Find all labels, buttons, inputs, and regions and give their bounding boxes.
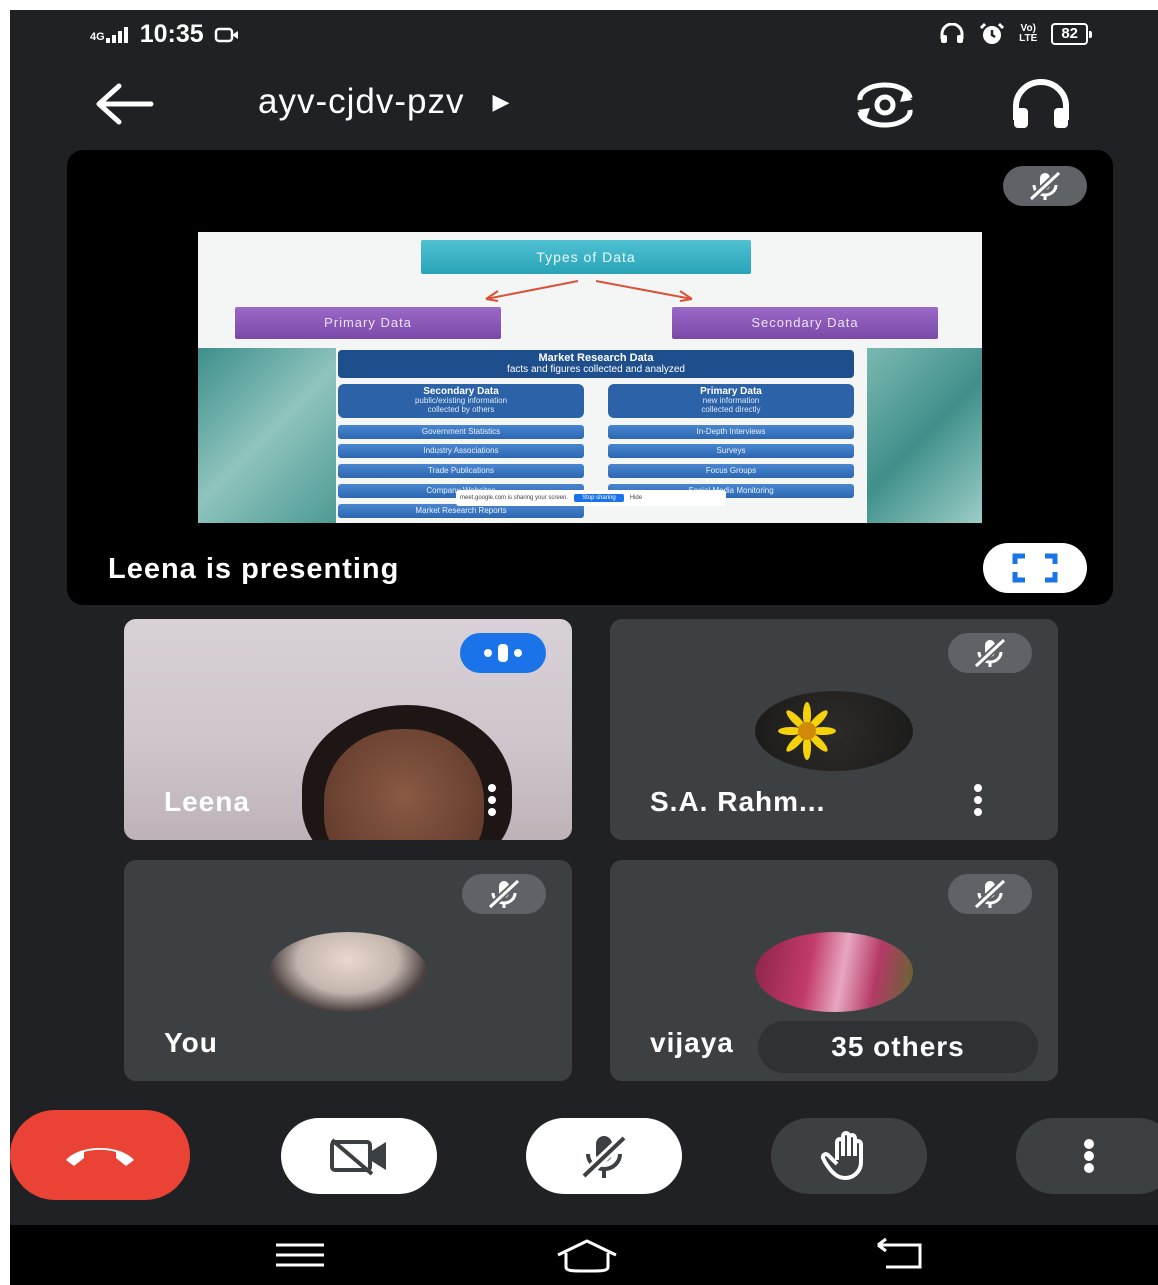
headset-icon [940, 23, 964, 43]
slide-secondary-sub2: collected by others [427, 405, 495, 414]
more-options-icon[interactable] [482, 784, 502, 816]
back-button[interactable] [95, 82, 155, 126]
slide-primary-title: Primary Data [700, 386, 762, 397]
slide-secondary-sub1: public/existing information [414, 396, 508, 405]
slide-secondary-branch: Secondary Data [672, 307, 938, 339]
avatar [755, 691, 913, 771]
camera-toggle-button[interactable] [281, 1118, 437, 1194]
more-vert-icon [1084, 1139, 1094, 1173]
slide-item: Focus Groups [608, 464, 854, 478]
mic-off-icon [973, 638, 1007, 668]
menu-icon[interactable] [272, 1237, 328, 1273]
slide-primary-sub1: new information [702, 396, 760, 405]
participant-name: Leena [164, 786, 250, 817]
home-icon[interactable] [552, 1237, 622, 1275]
presentation-card[interactable]: Types of Data Primary Data Secondary Dat… [67, 150, 1113, 605]
headphones-icon [1013, 79, 1069, 128]
slide-primary-branch: Primary Data [235, 307, 501, 339]
signal-group: 4G [90, 26, 130, 43]
participant-tile-you[interactable]: You [124, 860, 572, 1081]
back-nav-icon[interactable] [868, 1237, 928, 1273]
presenter-muted-indicator [1003, 166, 1087, 206]
end-call-button[interactable] [10, 1110, 190, 1200]
signal-bars-icon [105, 26, 128, 43]
mic-off-icon [973, 879, 1007, 909]
slide-item: Trade Publications [338, 464, 584, 478]
end-call-icon [66, 1148, 134, 1166]
presenting-label: Leena is presenting [108, 553, 400, 585]
participant-name: You [164, 1027, 218, 1058]
mic-toggle-button[interactable] [526, 1118, 682, 1194]
slide-bg-left [198, 348, 336, 523]
fullscreen-icon [1012, 553, 1058, 583]
slide-item: Industry Associations [338, 444, 584, 458]
slide-bg-right [867, 348, 982, 523]
slide-item: In-Depth Interviews [608, 425, 854, 439]
app-bar: ayv-cjdv-pzv ▶ [10, 70, 1158, 140]
meet-screen: 4G 10:35 Vo) LTE 82 ayv-cjdv-pzv ▶ Types… [10, 10, 1158, 1285]
slide-secondary-head: Secondary Data public/existing informati… [338, 384, 584, 418]
volte-indicator: Vo) LTE [1019, 23, 1038, 44]
battery-indicator: 82 [1051, 23, 1092, 45]
alarm-icon [980, 22, 1005, 44]
participant-name: S.A. Rahm... [650, 786, 826, 817]
avatar [755, 932, 913, 1012]
speaking-indicator [460, 633, 546, 673]
share-notice-text: meet.google.com is sharing your screen. [460, 495, 569, 501]
flower-icon [778, 702, 836, 760]
mic-off-icon [580, 1134, 628, 1180]
slide-primary-head: Primary Data new information collected d… [608, 384, 854, 418]
slide-market-subtitle: facts and figures collected and analyzed [507, 364, 685, 375]
participant-tile-rahman[interactable]: S.A. Rahm... [610, 619, 1058, 840]
switch-camera-button[interactable] [850, 78, 920, 132]
switch-camera-icon [857, 82, 913, 128]
stop-sharing-button: Stop sharing [574, 494, 624, 502]
video-off-icon [330, 1138, 386, 1176]
slide-secondary-title: Secondary Data [423, 386, 499, 397]
meeting-code: ayv-cjdv-pzv [258, 82, 465, 121]
arrow-left-icon [96, 83, 154, 125]
muted-indicator [948, 633, 1032, 673]
slide-market-title: Market Research Data [538, 352, 654, 364]
mic-off-icon [487, 879, 521, 909]
slide-title: Types of Data [421, 240, 751, 274]
muted-indicator [948, 874, 1032, 914]
hand-icon [820, 1131, 863, 1180]
play-arrow-icon: ▶ [492, 89, 511, 114]
meeting-code-button[interactable]: ayv-cjdv-pzv ▶ [258, 82, 510, 122]
screen-share-notice: meet.google.com is sharing your screen. … [456, 490, 726, 506]
muted-indicator [462, 874, 546, 914]
shared-slide: Types of Data Primary Data Secondary Dat… [198, 232, 982, 523]
slide-primary-sub2: collected directly [701, 405, 761, 414]
slide-arrows [485, 280, 693, 302]
avatar [269, 932, 427, 1012]
participant-name: vijaya [650, 1027, 734, 1058]
screen-record-icon [214, 27, 238, 42]
status-right: Vo) LTE 82 [939, 22, 1092, 46]
slide-item: Surveys [608, 444, 854, 458]
hide-button: Hide [629, 495, 643, 501]
clock: 10:35 [139, 20, 204, 48]
others-chip[interactable]: 35 others [758, 1021, 1038, 1073]
network-type: 4G [90, 30, 105, 43]
system-nav-bar [10, 1225, 1158, 1285]
audio-output-button[interactable] [1008, 78, 1074, 132]
slide-item: Market Research Reports [338, 504, 584, 518]
status-left: 4G 10:35 [90, 20, 240, 49]
slide-market-box: Market Research Data facts and figures c… [338, 350, 854, 378]
status-bar: 4G 10:35 Vo) LTE 82 [10, 10, 1158, 60]
more-options-icon[interactable] [968, 784, 988, 816]
participant-tile-leena[interactable]: Leena [124, 619, 572, 840]
fullscreen-button[interactable] [983, 543, 1087, 593]
mic-off-icon [1028, 171, 1062, 201]
more-options-button[interactable] [1016, 1118, 1158, 1194]
raise-hand-button[interactable] [771, 1118, 927, 1194]
slide-item: Government Statistics [338, 425, 584, 439]
